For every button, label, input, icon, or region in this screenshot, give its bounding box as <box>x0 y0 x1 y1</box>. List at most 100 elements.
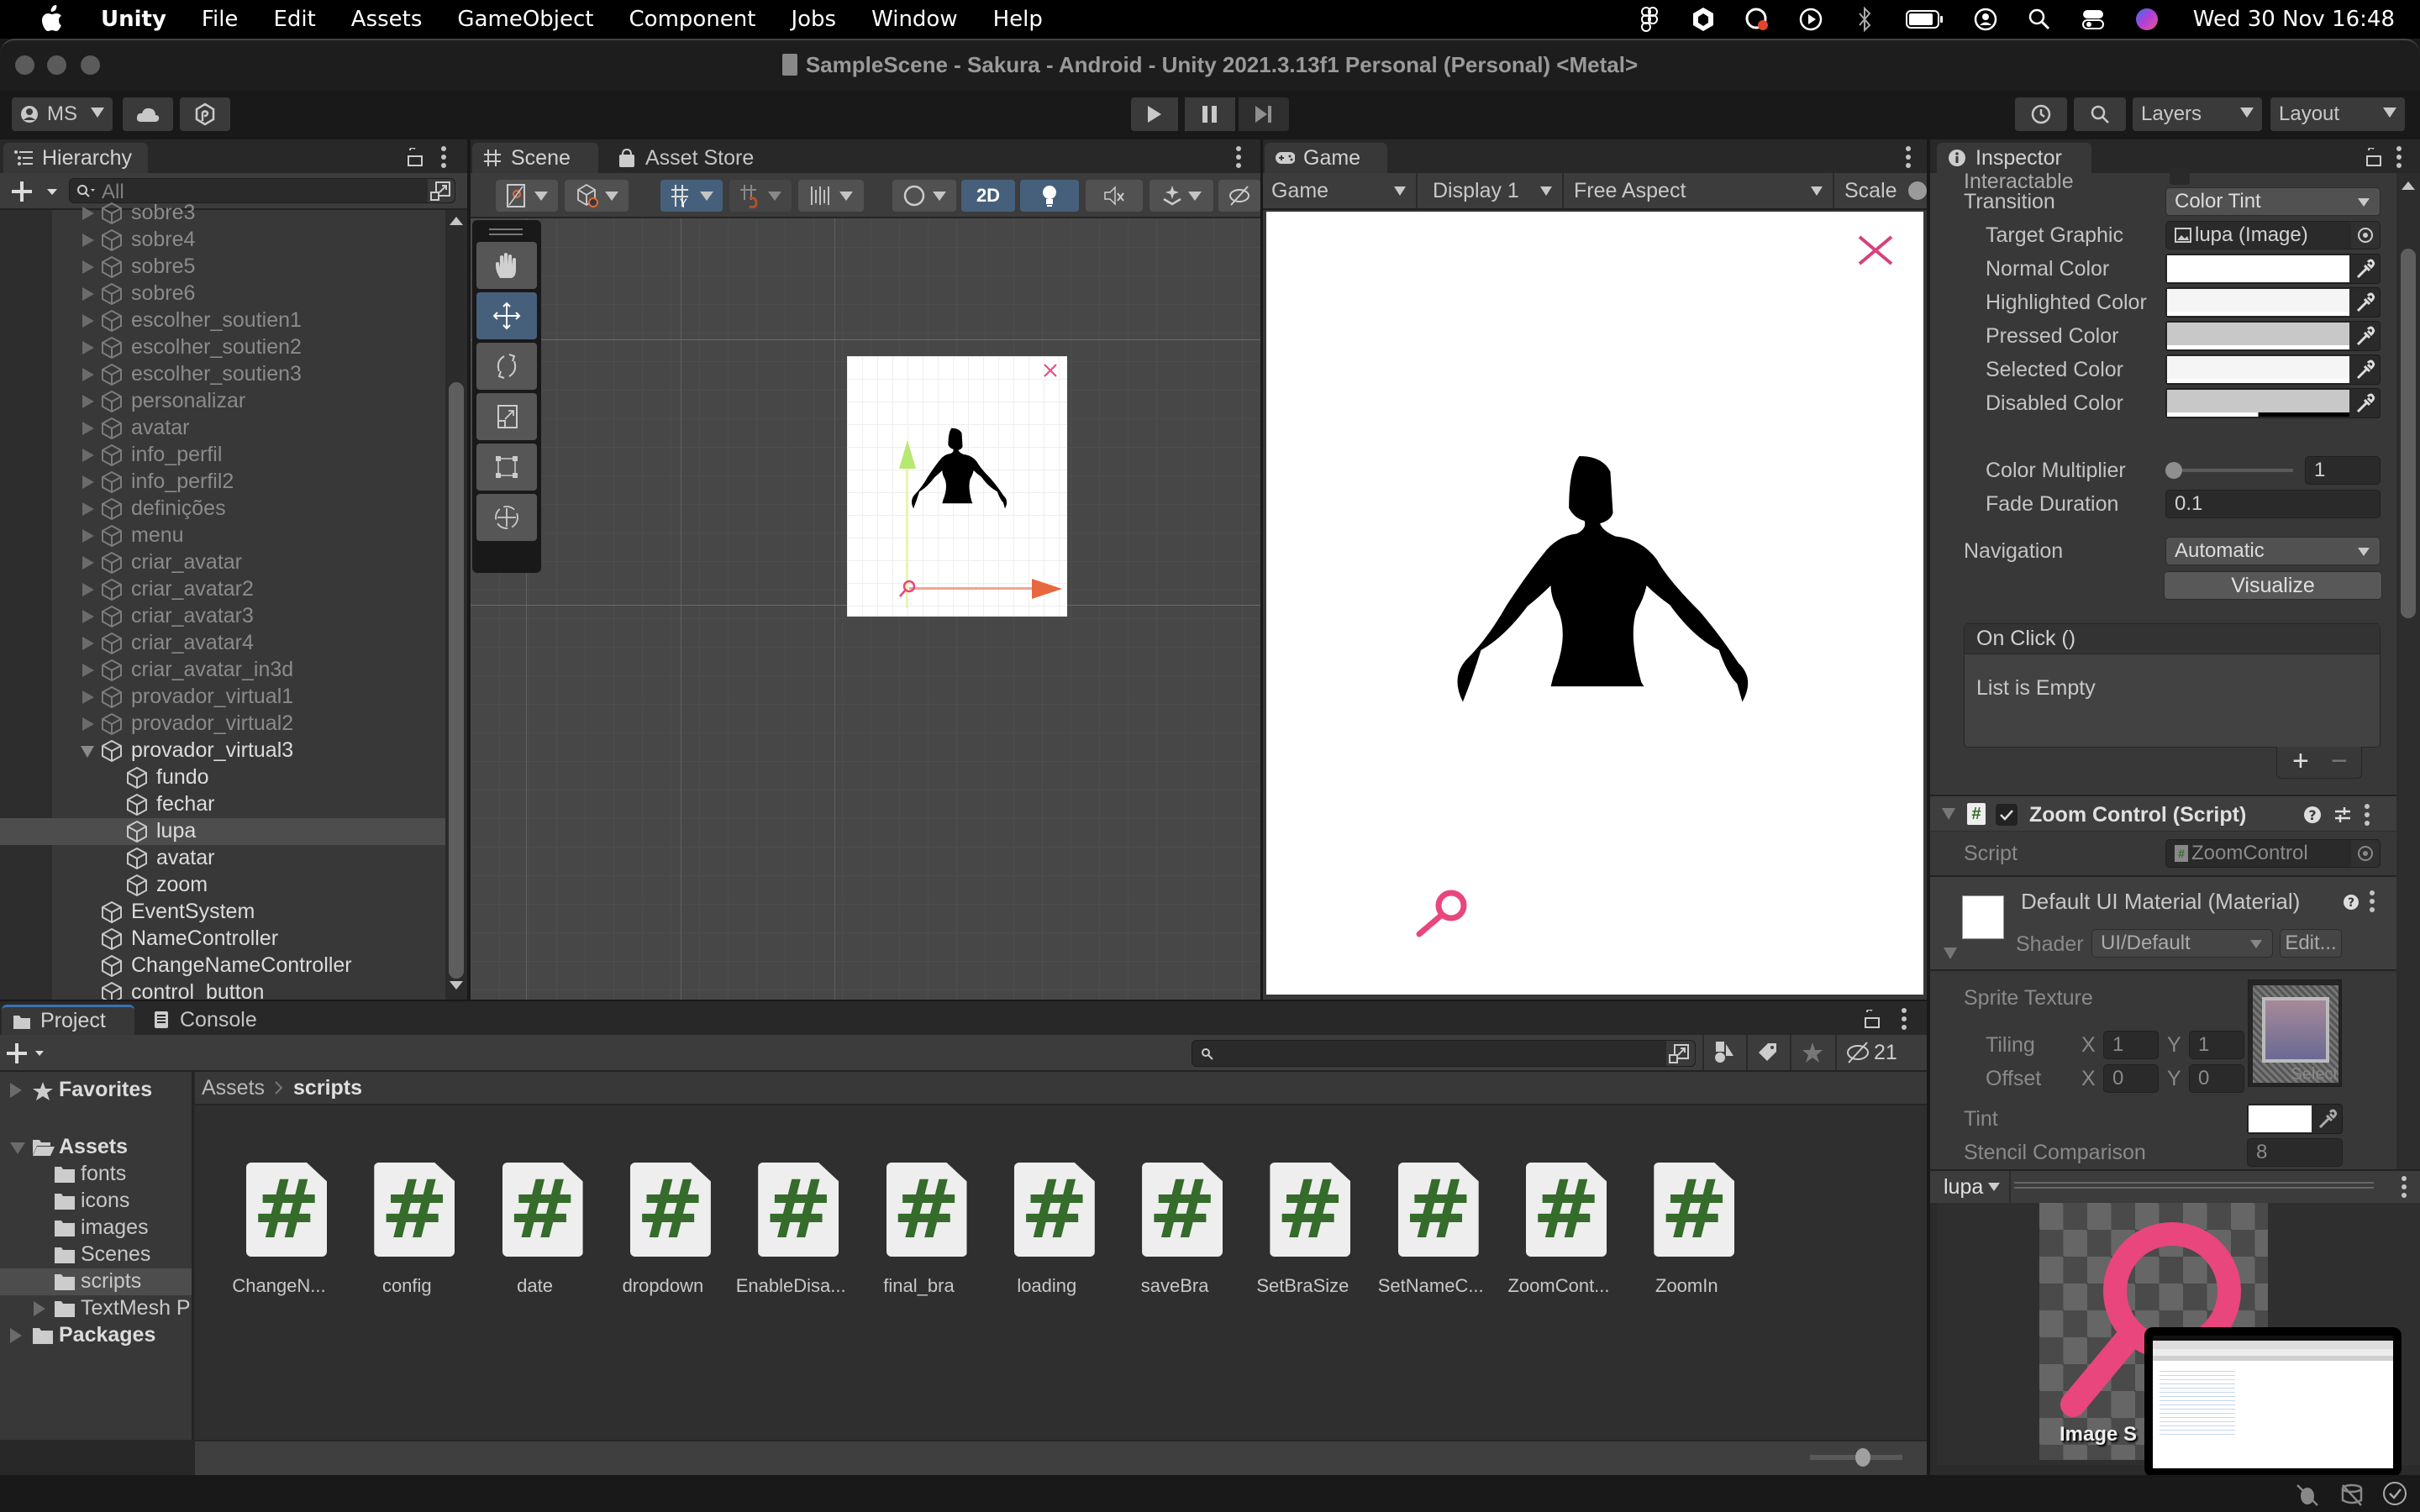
preview-resize-handle[interactable] <box>2014 1182 2374 1189</box>
filter-by-label-button[interactable] <box>1746 1035 1788 1070</box>
hierarchy-item[interactable]: NameController <box>0 926 445 953</box>
eyedropper-icon[interactable] <box>2354 360 2376 381</box>
hierarchy-menu-button[interactable] <box>440 146 447 168</box>
menu-window[interactable]: Window <box>871 7 958 32</box>
color-field[interactable] <box>2165 254 2381 284</box>
script-asset[interactable]: # final_bra <box>852 1156 978 1299</box>
hierarchy-item[interactable]: escolher_soutien3 <box>0 361 445 388</box>
expand-arrow-closed-icon[interactable] <box>10 1083 22 1098</box>
tab-project[interactable]: Project <box>2 1005 134 1035</box>
tiling-x-input[interactable]: 1 <box>2103 1031 2159 1059</box>
hierarchy-item[interactable]: criar_avatar <box>0 549 445 576</box>
hierarchy-scrollbar[interactable] <box>445 210 467 1000</box>
move-tool-button[interactable] <box>476 292 537 339</box>
screenshot-thumbnail[interactable] <box>2144 1327 2402 1477</box>
color-multiplier-slider[interactable] <box>2172 469 2293 472</box>
scene-menu-button[interactable] <box>1235 146 1242 168</box>
hierarchy-item[interactable]: fechar <box>0 791 445 818</box>
scrollbar-thumb[interactable] <box>449 382 464 979</box>
effects-dropdown[interactable] <box>1150 180 1213 212</box>
aspect-dropdown[interactable]: Free Aspect <box>1565 173 1834 208</box>
inspector-scrollbar[interactable] <box>2396 173 2420 1203</box>
search-in-window-button[interactable] <box>1666 1041 1695 1066</box>
x-axis-handle[interactable] <box>909 587 1044 590</box>
account-dropdown[interactable]: MS <box>12 97 113 131</box>
increment-snap-toggle[interactable] <box>729 180 792 212</box>
expand-arrow-open-icon[interactable] <box>81 746 94 758</box>
zoom-control-component-header[interactable]: # Zoom Control (Script) ? <box>1930 795 2396 832</box>
draw-mode-dropdown[interactable] <box>892 180 956 212</box>
hierarchy-item[interactable]: provador_virtual1 <box>0 684 445 711</box>
close-x-icon[interactable] <box>1858 235 1893 270</box>
tab-scene[interactable]: Scene <box>472 143 598 173</box>
tool-handle-position-dropdown[interactable] <box>496 180 558 212</box>
hierarchy-item[interactable]: fundo <box>0 764 445 791</box>
tab-console[interactable]: Console <box>141 1005 276 1035</box>
control-center-icon[interactable] <box>2081 7 2106 32</box>
unity-hub-icon[interactable] <box>1691 7 1716 32</box>
menu-edit[interactable]: Edit <box>273 7 315 32</box>
project-folder-item[interactable]: Assets <box>0 1134 192 1161</box>
project-search-input[interactable] <box>1192 1040 1696 1067</box>
target-graphic-field[interactable]: lupa (Image) <box>2165 221 2381 249</box>
color-field[interactable] <box>2165 321 2381 351</box>
help-icon[interactable]: ? <box>2343 894 2360 911</box>
script-asset[interactable]: # date <box>468 1156 594 1299</box>
progress-check-icon[interactable] <box>2381 1480 2408 1507</box>
collapse-arrow-icon[interactable] <box>1944 948 1957 959</box>
icon-size-slider-thumb[interactable] <box>1855 1448 1870 1467</box>
game-viewport[interactable] <box>1266 212 1923 995</box>
hierarchy-item[interactable]: definições <box>0 496 445 522</box>
color-multiplier-input[interactable]: 1 <box>2305 456 2381 485</box>
menu-bar-clock[interactable]: Wed 30 Nov 16:48 <box>2193 7 2395 32</box>
project-menu-button[interactable] <box>1901 1008 1907 1030</box>
hierarchy-item[interactable]: criar_avatar3 <box>0 603 445 630</box>
lupa-gizmo-icon[interactable] <box>897 578 918 598</box>
expand-arrow-closed-icon[interactable] <box>82 475 94 489</box>
tool-handle-rotation-dropdown[interactable] <box>565 180 629 212</box>
hierarchy-item[interactable]: provador_virtual3 <box>0 738 445 764</box>
palette-drag-handle[interactable] <box>489 227 523 237</box>
component-menu-button[interactable] <box>2364 804 2370 826</box>
expand-arrow-open-icon[interactable] <box>10 1142 25 1154</box>
script-asset[interactable]: # loading <box>980 1156 1106 1299</box>
expand-arrow-closed-icon[interactable] <box>82 690 94 704</box>
hidden-packages-toggle[interactable]: 21 <box>1835 1035 1927 1070</box>
creative-cloud-icon[interactable] <box>1744 7 1770 32</box>
menu-assets[interactable]: Assets <box>351 7 423 32</box>
preview-menu-button[interactable] <box>2401 1176 2407 1198</box>
transition-dropdown[interactable]: Color Tint <box>2165 187 2381 216</box>
expand-arrow-closed-icon[interactable] <box>82 529 94 543</box>
search-in-scene-button[interactable] <box>428 179 455 202</box>
transform-tool-button[interactable] <box>476 494 537 541</box>
scene-lighting-toggle[interactable] <box>1020 180 1079 212</box>
game-view-mode-dropdown[interactable]: Game <box>1263 173 1418 208</box>
snap-settings-dropdown[interactable] <box>798 180 864 212</box>
scale-control[interactable]: Scale <box>1836 173 1927 208</box>
expand-arrow-closed-icon[interactable] <box>82 664 94 677</box>
script-asset[interactable]: # ZoomCont... <box>1491 1156 1618 1299</box>
visualize-button[interactable]: Visualize <box>2164 571 2382 600</box>
hierarchy-item[interactable]: escolher_soutien2 <box>0 334 445 361</box>
step-button[interactable] <box>1239 97 1289 131</box>
project-folder-item[interactable]: Favorites <box>0 1077 192 1104</box>
color-field[interactable] <box>2165 287 2381 318</box>
tint-color-field[interactable] <box>2247 1104 2343 1134</box>
material-menu-button[interactable] <box>2369 890 2375 912</box>
favorites-button[interactable] <box>1790 1035 1833 1070</box>
hierarchy-item[interactable]: ChangeNameController <box>0 953 445 979</box>
help-icon[interactable]: ? <box>2303 806 2322 824</box>
project-folder-item[interactable]: icons <box>0 1188 192 1215</box>
2d-mode-toggle[interactable]: 2D <box>961 180 1015 212</box>
hierarchy-item[interactable]: info_perfil <box>0 442 445 469</box>
preview-object-dropdown[interactable]: lupa <box>1937 1171 2011 1203</box>
canvas-preview[interactable] <box>847 356 1067 617</box>
scale-tool-button[interactable] <box>476 393 537 440</box>
grid-snapping-toggle[interactable]: Y <box>660 180 723 212</box>
apple-icon[interactable] <box>35 5 67 32</box>
menu-gameobject[interactable]: GameObject <box>457 7 593 32</box>
tab-game[interactable]: Game <box>1265 143 1387 173</box>
expand-arrow-closed-icon[interactable] <box>82 637 94 650</box>
hierarchy-item[interactable]: criar_avatar4 <box>0 630 445 657</box>
breadcrumb-scripts[interactable]: scripts <box>293 1076 362 1100</box>
